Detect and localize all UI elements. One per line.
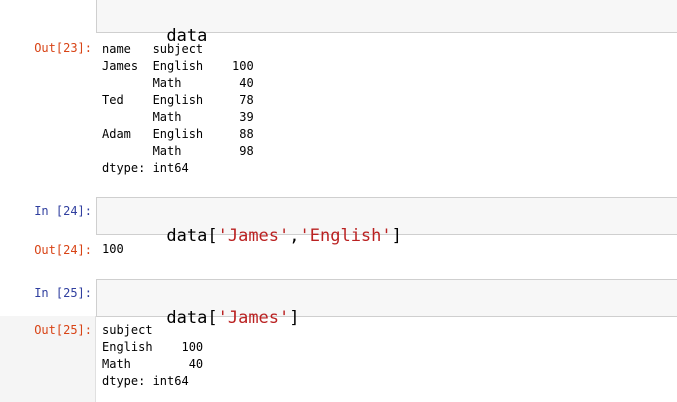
cell-input-editor[interactable]: data — [96, 0, 677, 46]
code-token: ] — [289, 308, 300, 328]
cell-input-editor[interactable]: data['James','English'] — [96, 197, 677, 246]
output-divider — [95, 316, 96, 402]
code-token: data[ — [166, 226, 218, 246]
cell-output: 100 — [102, 242, 124, 256]
output-prompt: Out[25]: — [34, 323, 92, 337]
code-string-token: 'English' — [299, 226, 392, 246]
cell-input-editor[interactable]: data['James'] — [96, 279, 677, 328]
code-string-token: 'James' — [217, 308, 290, 328]
cell-output: subject English 100 Math 40 dtype: int64 — [102, 323, 204, 388]
input-prompt: In [25]: — [34, 286, 92, 300]
cell-code: data['James','English'] — [105, 206, 402, 266]
code-token: , — [289, 226, 300, 246]
cell-output: name subject James English 100 Math 40 T… — [102, 42, 254, 175]
code-token: ] — [391, 226, 402, 246]
output-prompt: Out[24]: — [34, 243, 92, 257]
code-string-token: 'James' — [217, 226, 290, 246]
output-prompt: Out[23]: — [34, 41, 92, 55]
input-prompt: In [24]: — [34, 204, 92, 218]
